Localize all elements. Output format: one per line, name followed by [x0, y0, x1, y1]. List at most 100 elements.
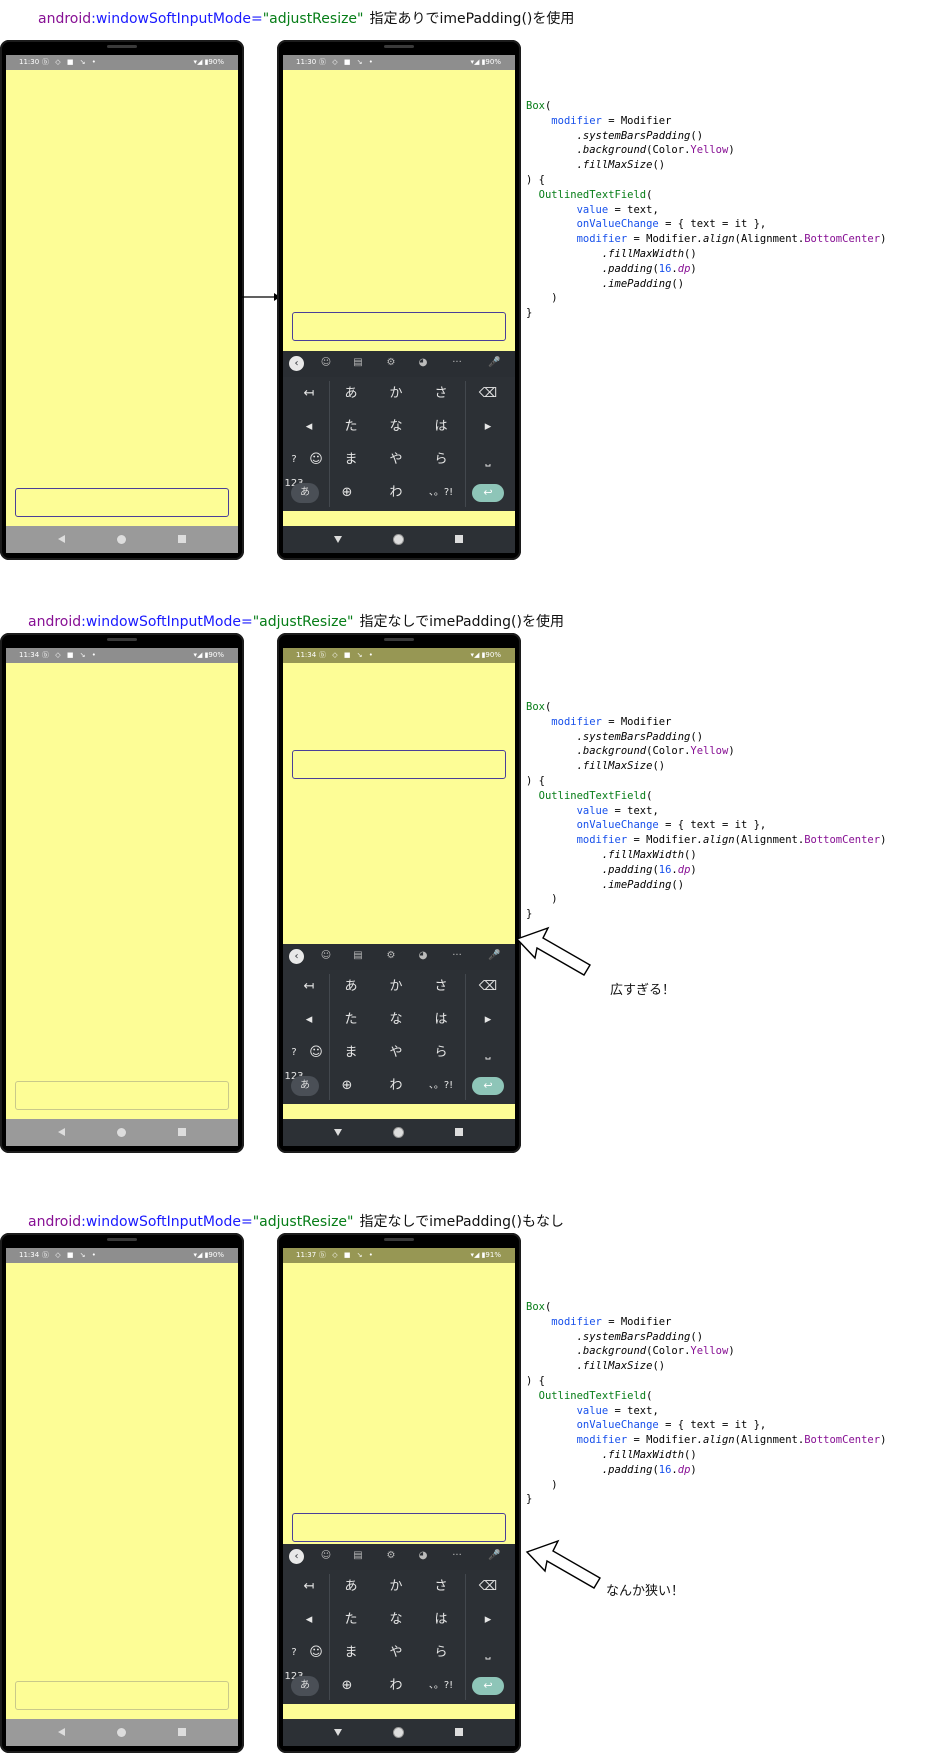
settings-icon[interactable]: ⚙ [385, 1550, 397, 1562]
keyboard-key[interactable]: ☺ [305, 448, 327, 472]
mic-icon[interactable]: 🎤 [488, 357, 500, 369]
outlined-text-field[interactable] [15, 1681, 229, 1710]
keyboard-key[interactable]: た [331, 415, 371, 439]
keyboard-key[interactable]: あ [331, 975, 371, 999]
keyboard-key[interactable]: ⊕ [327, 1674, 367, 1698]
keyboard-key[interactable]: か [376, 382, 416, 406]
keyboard-key[interactable]: ま [331, 1041, 371, 1065]
keyboard-key[interactable]: ⎵ [468, 1041, 508, 1065]
settings-icon[interactable]: ⚙ [385, 357, 397, 369]
keyboard-key[interactable]: ら [421, 448, 461, 472]
keyboard-key[interactable]: ⎵ [468, 1641, 508, 1665]
keyboard-key[interactable]: 、。?! [421, 1074, 461, 1098]
more-icon[interactable]: ··· [451, 950, 463, 962]
emoji-icon[interactable]: ☺ [320, 357, 332, 369]
keyboard-key[interactable]: ⊕ [327, 481, 367, 505]
keyboard-key[interactable]: ↤ [289, 1575, 329, 1599]
home-icon[interactable] [117, 535, 126, 544]
keyboard-key[interactable]: ◂ [289, 1008, 329, 1032]
keyboard-key[interactable]: ◂ [289, 1608, 329, 1632]
back-icon[interactable] [58, 1728, 65, 1736]
keyboard-key[interactable]: た [331, 1608, 371, 1632]
back-icon[interactable] [58, 1128, 65, 1136]
keyboard-key[interactable]: ☺ [305, 1041, 327, 1065]
settings-icon[interactable]: ⚙ [385, 950, 397, 962]
outlined-text-field[interactable] [15, 488, 229, 517]
keyboard-key[interactable]: は [421, 1008, 461, 1032]
theme-icon[interactable]: ◕ [417, 357, 429, 369]
keyboard-key[interactable]: や [376, 1641, 416, 1665]
keyboard-key[interactable]: か [376, 1575, 416, 1599]
keyboard-key[interactable]: は [421, 1608, 461, 1632]
keyboard-back-icon[interactable]: ‹ [289, 356, 304, 371]
keyboard-key[interactable]: ⌫ [468, 975, 508, 999]
kana-toggle-key[interactable]: あ [291, 1676, 319, 1696]
more-icon[interactable]: ··· [451, 1550, 463, 1562]
keyboard-key[interactable]: 、。?! [421, 1674, 461, 1698]
home-icon[interactable] [117, 1128, 126, 1137]
keyboard-key[interactable]: ☺ [305, 1641, 327, 1665]
enter-key[interactable]: ↩ [472, 1077, 504, 1095]
back-icon[interactable] [58, 535, 65, 543]
keyboard-key[interactable]: わ [376, 1074, 416, 1098]
keyboard-key[interactable]: ⌫ [468, 382, 508, 406]
keyboard-key[interactable]: ⌫ [468, 1575, 508, 1599]
recents-icon[interactable] [455, 1728, 463, 1736]
enter-key[interactable]: ↩ [472, 484, 504, 502]
more-icon[interactable]: ··· [451, 357, 463, 369]
kana-toggle-key[interactable]: あ [291, 1076, 319, 1096]
outlined-text-field[interactable] [292, 750, 506, 779]
recents-icon[interactable] [178, 535, 186, 543]
keyboard-key[interactable]: あ [331, 1575, 371, 1599]
keyboard-key[interactable]: わ [376, 1674, 416, 1698]
emoji-icon[interactable]: ☺ [320, 1550, 332, 1562]
keyboard-key[interactable]: ◂ [289, 415, 329, 439]
recents-icon[interactable] [178, 1728, 186, 1736]
emoji-icon[interactable]: ☺ [320, 950, 332, 962]
keyboard-key[interactable]: ?123 [283, 1041, 305, 1082]
home-icon[interactable] [394, 535, 403, 544]
keyboard-key[interactable]: わ [376, 481, 416, 505]
hide-keyboard-icon[interactable] [334, 536, 342, 543]
keyboard-key[interactable]: な [376, 1608, 416, 1632]
keyboard-key[interactable]: ?123 [283, 1641, 305, 1682]
keyboard-key[interactable]: た [331, 1008, 371, 1032]
keyboard-key[interactable]: や [376, 448, 416, 472]
keyboard-key[interactable]: あ [331, 382, 371, 406]
keyboard-key[interactable]: か [376, 975, 416, 999]
recents-icon[interactable] [455, 535, 463, 543]
hide-keyboard-icon[interactable] [334, 1129, 342, 1136]
clipboard-icon[interactable]: ▤ [352, 1550, 364, 1562]
keyboard-key[interactable]: は [421, 415, 461, 439]
keyboard-key[interactable]: ↤ [289, 382, 329, 406]
keyboard-key[interactable]: ま [331, 1641, 371, 1665]
keyboard-key[interactable]: ら [421, 1041, 461, 1065]
recents-icon[interactable] [455, 1128, 463, 1136]
mic-icon[interactable]: 🎤 [488, 950, 500, 962]
keyboard-key[interactable]: さ [421, 975, 461, 999]
keyboard-key[interactable]: さ [421, 1575, 461, 1599]
home-icon[interactable] [117, 1728, 126, 1737]
keyboard-key[interactable]: ?123 [283, 448, 305, 489]
keyboard-key[interactable]: 、。?! [421, 481, 461, 505]
keyboard-key[interactable]: ↤ [289, 975, 329, 999]
outlined-text-field[interactable] [292, 312, 506, 341]
keyboard-key[interactable]: ▸ [468, 1608, 508, 1632]
home-icon[interactable] [394, 1128, 403, 1137]
keyboard-key[interactable]: さ [421, 382, 461, 406]
keyboard-back-icon[interactable]: ‹ [289, 1549, 304, 1564]
home-icon[interactable] [394, 1728, 403, 1737]
clipboard-icon[interactable]: ▤ [352, 357, 364, 369]
recents-icon[interactable] [178, 1128, 186, 1136]
theme-icon[interactable]: ◕ [417, 1550, 429, 1562]
mic-icon[interactable]: 🎤 [488, 1550, 500, 1562]
enter-key[interactable]: ↩ [472, 1677, 504, 1695]
keyboard-key[interactable]: ま [331, 448, 371, 472]
keyboard-key[interactable]: な [376, 1008, 416, 1032]
keyboard-key[interactable]: や [376, 1041, 416, 1065]
keyboard-key[interactable]: ▸ [468, 1008, 508, 1032]
keyboard-key[interactable]: ⎵ [468, 448, 508, 472]
keyboard-key[interactable]: な [376, 415, 416, 439]
kana-toggle-key[interactable]: あ [291, 483, 319, 503]
hide-keyboard-icon[interactable] [334, 1729, 342, 1736]
